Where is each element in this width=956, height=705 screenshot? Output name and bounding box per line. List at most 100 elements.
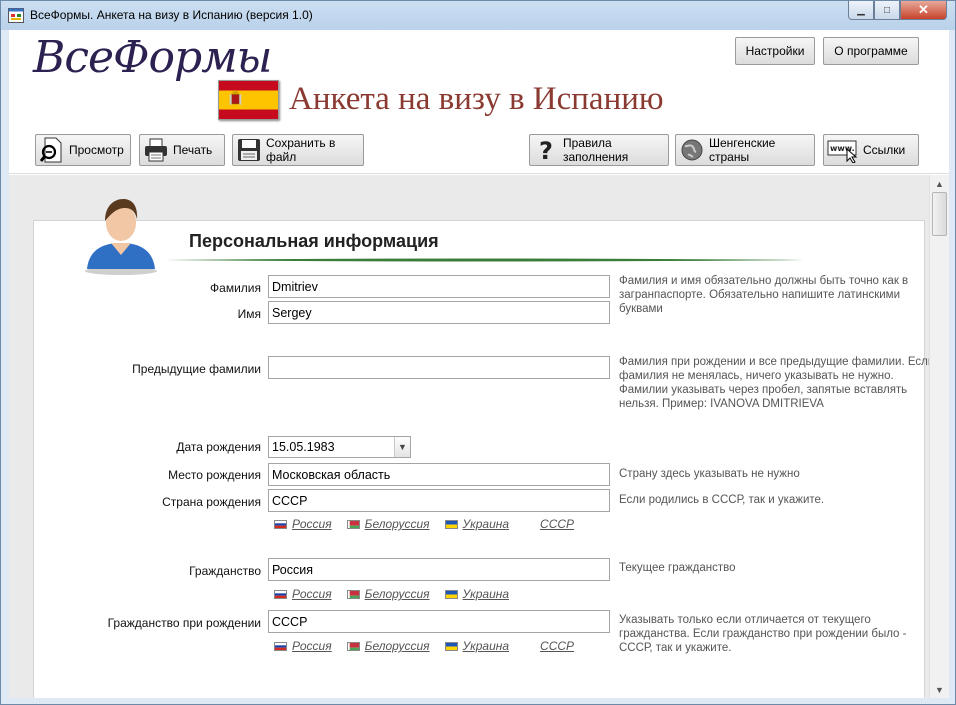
quick-belarus-label: Белоруссия	[364, 517, 430, 531]
russia-flag-icon	[274, 519, 287, 529]
window-title: ВсеФормы. Анкета на визу в Испанию (верс…	[30, 8, 313, 22]
scroll-down-icon[interactable]: ▼	[930, 681, 949, 698]
birth-citizenship-hint: Указывать только если отличается от теку…	[619, 614, 907, 654]
birth-citizenship-label: Гражданство при рождении	[107, 616, 261, 630]
print-button[interactable]: Печать	[139, 134, 225, 166]
close-icon: ✕	[918, 2, 929, 17]
citizenship-label: Гражданство	[189, 564, 261, 578]
save-icon	[236, 137, 262, 163]
birth-place-hint: Страну здесь указывать не нужно	[619, 468, 800, 480]
settings-button[interactable]: Настройки	[735, 37, 815, 65]
surname-input[interactable]	[268, 275, 610, 298]
scroll-thumb[interactable]	[932, 192, 947, 236]
schengen-button[interactable]: Шенгенские страны	[675, 134, 815, 166]
quick-russia-link[interactable]: Россия	[274, 517, 332, 531]
scroll-up-icon[interactable]: ▲	[930, 175, 949, 192]
quick-ukraine-label: Украина	[462, 587, 510, 601]
ukraine-flag-icon	[444, 589, 458, 599]
personal-info-panel: Персональная информация Фамилия Имя Фами…	[33, 199, 934, 698]
quick-ussr-label: СССР	[540, 639, 575, 653]
form-title: Анкета на визу в Испанию	[289, 81, 664, 117]
logo: ВсеФормы	[33, 32, 273, 83]
quick-ukraine-link[interactable]: Украина	[444, 517, 510, 531]
quick-ukraine-link[interactable]: Украина	[444, 587, 510, 601]
birth-place-label: Место рождения	[168, 468, 261, 482]
chevron-down-icon[interactable]: ▼	[394, 437, 410, 457]
name-hint: Фамилия и имя обязательно должны быть то…	[619, 275, 909, 315]
client-area: ВсеФормы Настройки О программе Анкета на…	[9, 30, 949, 698]
quick-ukraine-label: Украина	[462, 517, 510, 531]
www-icon: www.	[827, 137, 859, 163]
links-button[interactable]: www. Ссылки	[823, 134, 919, 166]
prev-surnames-label: Предыдущие фамилии	[132, 362, 261, 376]
surname-label: Фамилия	[210, 281, 261, 295]
maximize-button[interactable]: □	[874, 1, 900, 20]
quick-belarus-label: Белоруссия	[364, 639, 430, 653]
question-icon: ?	[533, 137, 559, 163]
birth-citizenship-quick-links: Россия Белоруссия Украина СССР	[274, 639, 589, 653]
quick-russia-label: Россия	[292, 639, 332, 653]
preview-icon	[39, 137, 65, 163]
birth-country-input[interactable]	[268, 489, 610, 512]
birth-date-value: 15.05.1983	[272, 440, 335, 454]
ukraine-flag-icon	[444, 519, 458, 529]
minimize-icon: ▁	[857, 4, 865, 16]
quick-belarus-link[interactable]: Белоруссия	[346, 639, 430, 653]
quick-russia-link[interactable]: Россия	[274, 587, 332, 601]
section-divider	[164, 258, 804, 262]
quick-russia-link[interactable]: Россия	[274, 639, 332, 653]
prev-surnames-input[interactable]	[268, 356, 610, 379]
vertical-scrollbar[interactable]: ▲ ▼	[929, 175, 949, 698]
quick-belarus-label: Белоруссия	[364, 587, 430, 601]
quick-ussr-label: СССР	[540, 517, 575, 531]
citizenship-quick-links: Россия Белоруссия Украина	[274, 587, 524, 601]
spain-flag-icon	[218, 80, 279, 120]
links-label: Ссылки	[863, 143, 906, 157]
quick-ussr-link[interactable]: СССР	[540, 639, 574, 653]
birth-citizenship-input[interactable]	[268, 610, 610, 633]
belarus-flag-icon	[346, 641, 360, 651]
belarus-flag-icon	[346, 519, 360, 529]
printer-icon	[143, 137, 169, 163]
preview-label: Просмотр	[69, 143, 124, 157]
section-title: Персональная информация	[189, 231, 439, 251]
save-button[interactable]: Сохранить в файл	[232, 134, 364, 166]
quick-ukraine-label: Украина	[462, 639, 510, 653]
schengen-label: Шенгенские страны	[709, 136, 776, 164]
settings-label: Настройки	[745, 44, 805, 58]
app-icon	[8, 8, 24, 23]
svg-text:www.: www.	[830, 144, 855, 153]
minimize-button[interactable]: ▁	[848, 1, 874, 20]
globe-icon	[679, 137, 705, 163]
form-scroll-area: Персональная информация Фамилия Имя Фами…	[9, 175, 934, 698]
russia-flag-icon	[274, 641, 287, 651]
citizenship-hint: Текущее гражданство	[619, 562, 736, 574]
birth-country-label: Страна рождения	[162, 495, 261, 509]
quick-belarus-link[interactable]: Белоруссия	[346, 517, 430, 531]
close-button[interactable]: ✕	[900, 1, 947, 20]
birth-country-quick-links: Россия Белоруссия Украина СССР	[274, 517, 589, 531]
ukraine-flag-icon	[444, 641, 458, 651]
user-avatar-icon	[85, 199, 157, 275]
quick-ukraine-link[interactable]: Украина	[444, 639, 510, 653]
rules-button[interactable]: ? Правила заполнения	[529, 134, 669, 166]
about-button[interactable]: О программе	[823, 37, 919, 65]
name-label: Имя	[237, 307, 261, 321]
birth-date-picker[interactable]: 15.05.1983 ▼	[268, 436, 411, 458]
citizenship-input[interactable]	[268, 558, 610, 581]
preview-button[interactable]: Просмотр	[35, 134, 131, 166]
svg-text:?: ?	[539, 137, 553, 163]
save-label: Сохранить в файл	[266, 136, 336, 164]
title-bar[interactable]: ВсеФормы. Анкета на визу в Испанию (верс…	[1, 1, 955, 30]
header: ВсеФормы Настройки О программе Анкета на…	[9, 30, 949, 174]
quick-russia-label: Россия	[292, 517, 332, 531]
about-label: О программе	[834, 44, 908, 58]
name-input[interactable]	[268, 301, 610, 324]
belarus-flag-icon	[346, 589, 360, 599]
quick-belarus-link[interactable]: Белоруссия	[346, 587, 430, 601]
prev-surnames-hint: Фамилия при рождении и все предыдущие фа…	[619, 356, 935, 410]
quick-russia-label: Россия	[292, 587, 332, 601]
maximize-icon: □	[883, 4, 891, 16]
quick-ussr-link[interactable]: СССР	[540, 517, 574, 531]
birth-place-input[interactable]	[268, 463, 610, 486]
